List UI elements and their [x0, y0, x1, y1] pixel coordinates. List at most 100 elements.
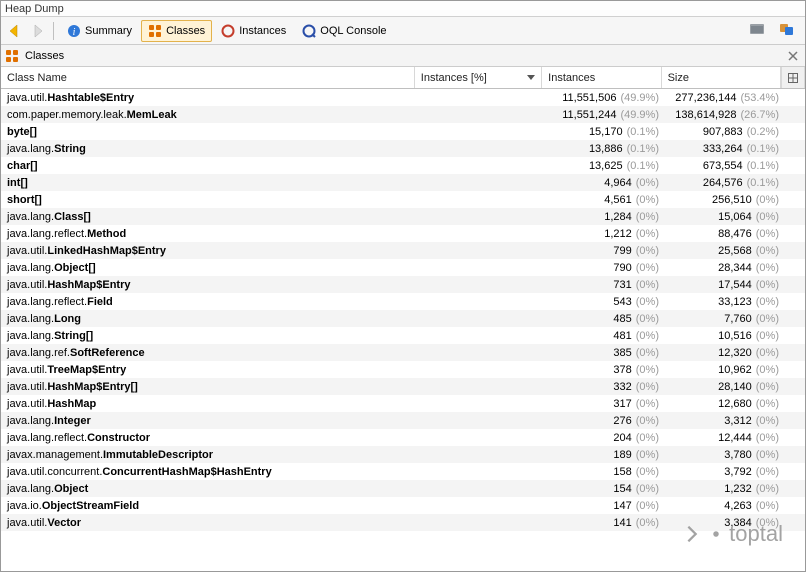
size-cell: 256,510(0%)	[665, 194, 785, 206]
class-name-cell: java.util.Hashtable$Entry	[1, 92, 417, 104]
table-row[interactable]: java.lang.Class[]1,284(0%)15,064(0%)	[1, 208, 805, 225]
table-row[interactable]: com.paper.memory.leak.MemLeak 11,551,244(…	[1, 106, 805, 123]
col-instances[interactable]: Instances	[542, 67, 661, 88]
oql-button[interactable]: OQL Console	[295, 20, 393, 42]
sort-desc-icon	[527, 75, 535, 80]
panel-title: Classes	[25, 50, 64, 62]
nav-back-button[interactable]	[5, 21, 25, 41]
column-headers: Class Name Instances [%] Instances Size	[1, 67, 805, 89]
oql-label: OQL Console	[320, 25, 386, 37]
window-title: Heap Dump	[1, 1, 805, 17]
size-cell: 138,614,928(26.7%)	[665, 109, 785, 121]
instances-button[interactable]: Instances	[214, 20, 293, 42]
instances-cell: 154(0%)	[545, 483, 665, 495]
table-row[interactable]: java.lang.reflect.Constructor204(0%)12,4…	[1, 429, 805, 446]
instances-cell: 1,212(0%)	[545, 228, 665, 240]
size-cell: 4,263(0%)	[665, 500, 785, 512]
table-body[interactable]: java.util.Hashtable$Entry 11,551,506(49.9…	[1, 89, 805, 571]
table-row[interactable]: byte[] 15,170(0.1%)907,883(0.2%)	[1, 123, 805, 140]
classes-button[interactable]: Classes	[141, 20, 212, 42]
instances-cell: 147(0%)	[545, 500, 665, 512]
instances-cell: 13,886(0.1%)	[545, 143, 665, 155]
class-name-cell: java.lang.Long	[1, 313, 417, 325]
size-cell: 264,576(0.1%)	[665, 177, 785, 189]
class-name-cell: char[]	[1, 160, 417, 172]
instances-cell: 4,964(0%)	[545, 177, 665, 189]
col-instances-pct[interactable]: Instances [%]	[415, 67, 542, 88]
instances-cell: 4,561(0%)	[545, 194, 665, 206]
class-name-cell: java.util.Vector	[1, 517, 417, 529]
table-row[interactable]: java.util.Hashtable$Entry 11,551,506(49.9…	[1, 89, 805, 106]
table-row[interactable]: java.util.Vector141(0%)3,384(0%)	[1, 514, 805, 531]
instances-cell: 731(0%)	[545, 279, 665, 291]
class-name-cell: java.util.HashMap$Entry[]	[1, 381, 417, 393]
instances-cell: 11,551,244(49.9%)	[545, 109, 665, 121]
instances-cell: 543(0%)	[545, 296, 665, 308]
class-name-cell: int[]	[1, 177, 417, 189]
instances-cell: 385(0%)	[545, 347, 665, 359]
instances-cell: 276(0%)	[545, 415, 665, 427]
table-row[interactable]: java.lang.reflect.Method1,212(0%)88,476(…	[1, 225, 805, 242]
class-name-cell: java.util.HashMap	[1, 398, 417, 410]
nav-forward-button[interactable]	[27, 21, 47, 41]
table-row[interactable]: java.util.HashMap$Entry[]332(0%)28,140(0…	[1, 378, 805, 395]
instances-cell: 189(0%)	[545, 449, 665, 461]
table-row[interactable]: java.lang.Integer276(0%)3,312(0%)	[1, 412, 805, 429]
table-row[interactable]: short[] 4,561(0%)256,510(0%)	[1, 191, 805, 208]
col-class-name[interactable]: Class Name	[1, 67, 415, 88]
class-name-cell: byte[]	[1, 126, 417, 138]
table-options-icon	[788, 73, 798, 83]
instances-label: Instances	[239, 25, 286, 37]
size-cell: 25,568(0%)	[665, 245, 785, 257]
instances-cell: 1,284(0%)	[545, 211, 665, 223]
window-tool-icon-2[interactable]	[779, 21, 795, 40]
instances-icon	[221, 24, 235, 38]
table-row[interactable]: java.io.ObjectStreamField147(0%)4,263(0%…	[1, 497, 805, 514]
class-name-cell: com.paper.memory.leak.MemLeak	[1, 109, 417, 121]
class-name-cell: java.util.concurrent.ConcurrentHashMap$H…	[1, 466, 417, 478]
instances-cell: 481(0%)	[545, 330, 665, 342]
table-row[interactable]: java.lang.Long485(0%)7,760(0%)	[1, 310, 805, 327]
class-name-cell: javax.management.ImmutableDescriptor	[1, 449, 417, 461]
classes-icon	[148, 24, 162, 38]
class-name-cell: java.lang.String	[1, 143, 417, 155]
size-cell: 7,760(0%)	[665, 313, 785, 325]
table-row[interactable]: java.util.HashMap317(0%)12,680(0%)	[1, 395, 805, 412]
table-row[interactable]: int[] 4,964(0%)264,576(0.1%)	[1, 174, 805, 191]
size-cell: 12,320(0%)	[665, 347, 785, 359]
size-cell: 10,516(0%)	[665, 330, 785, 342]
col-size[interactable]: Size	[662, 67, 781, 88]
table-row[interactable]: java.lang.reflect.Field543(0%)33,123(0%)	[1, 293, 805, 310]
table-row[interactable]: java.util.concurrent.ConcurrentHashMap$H…	[1, 463, 805, 480]
table-row[interactable]: java.util.HashMap$Entry 731(0%)17,544(0%)	[1, 276, 805, 293]
class-name-cell: java.util.HashMap$Entry	[1, 279, 417, 291]
instances-cell: 15,170(0.1%)	[545, 126, 665, 138]
window-tool-icon-1[interactable]	[749, 22, 765, 39]
size-cell: 907,883(0.2%)	[665, 126, 785, 138]
panel-close-button[interactable]	[785, 48, 801, 64]
summary-label: Summary	[85, 25, 132, 37]
table-row[interactable]: java.lang.Object154(0%)1,232(0%)	[1, 480, 805, 497]
table-row[interactable]: java.util.TreeMap$Entry378(0%)10,962(0%)	[1, 361, 805, 378]
table-row[interactable]: java.lang.String[]481(0%)10,516(0%)	[1, 327, 805, 344]
class-name-cell: short[]	[1, 194, 417, 206]
size-cell: 33,123(0%)	[665, 296, 785, 308]
table-row[interactable]: java.util.LinkedHashMap$Entry799(0%)25,5…	[1, 242, 805, 259]
table-row[interactable]: java.lang.ref.SoftReference385(0%)12,320…	[1, 344, 805, 361]
table-row[interactable]: java.lang.String13,886(0.1%)333,264(0.1%…	[1, 140, 805, 157]
summary-button[interactable]: i Summary	[60, 20, 139, 42]
table-row[interactable]: javax.management.ImmutableDescriptor 189(…	[1, 446, 805, 463]
table-row[interactable]: java.lang.Object[]790(0%)28,344(0%)	[1, 259, 805, 276]
instances-cell: 11,551,506(49.9%)	[545, 92, 665, 104]
table-row[interactable]: char[]13,625(0.1%)673,554(0.1%)	[1, 157, 805, 174]
size-cell: 3,792(0%)	[665, 466, 785, 478]
size-cell: 28,140(0%)	[665, 381, 785, 393]
classes-table: Class Name Instances [%] Instances Size …	[1, 67, 805, 571]
size-cell: 15,064(0%)	[665, 211, 785, 223]
size-cell: 17,544(0%)	[665, 279, 785, 291]
instances-cell: 13,625(0.1%)	[545, 160, 665, 172]
classes-label: Classes	[166, 25, 205, 37]
instances-cell: 799(0%)	[545, 245, 665, 257]
size-cell: 3,384(0%)	[665, 517, 785, 529]
col-corner-button[interactable]	[781, 67, 805, 88]
